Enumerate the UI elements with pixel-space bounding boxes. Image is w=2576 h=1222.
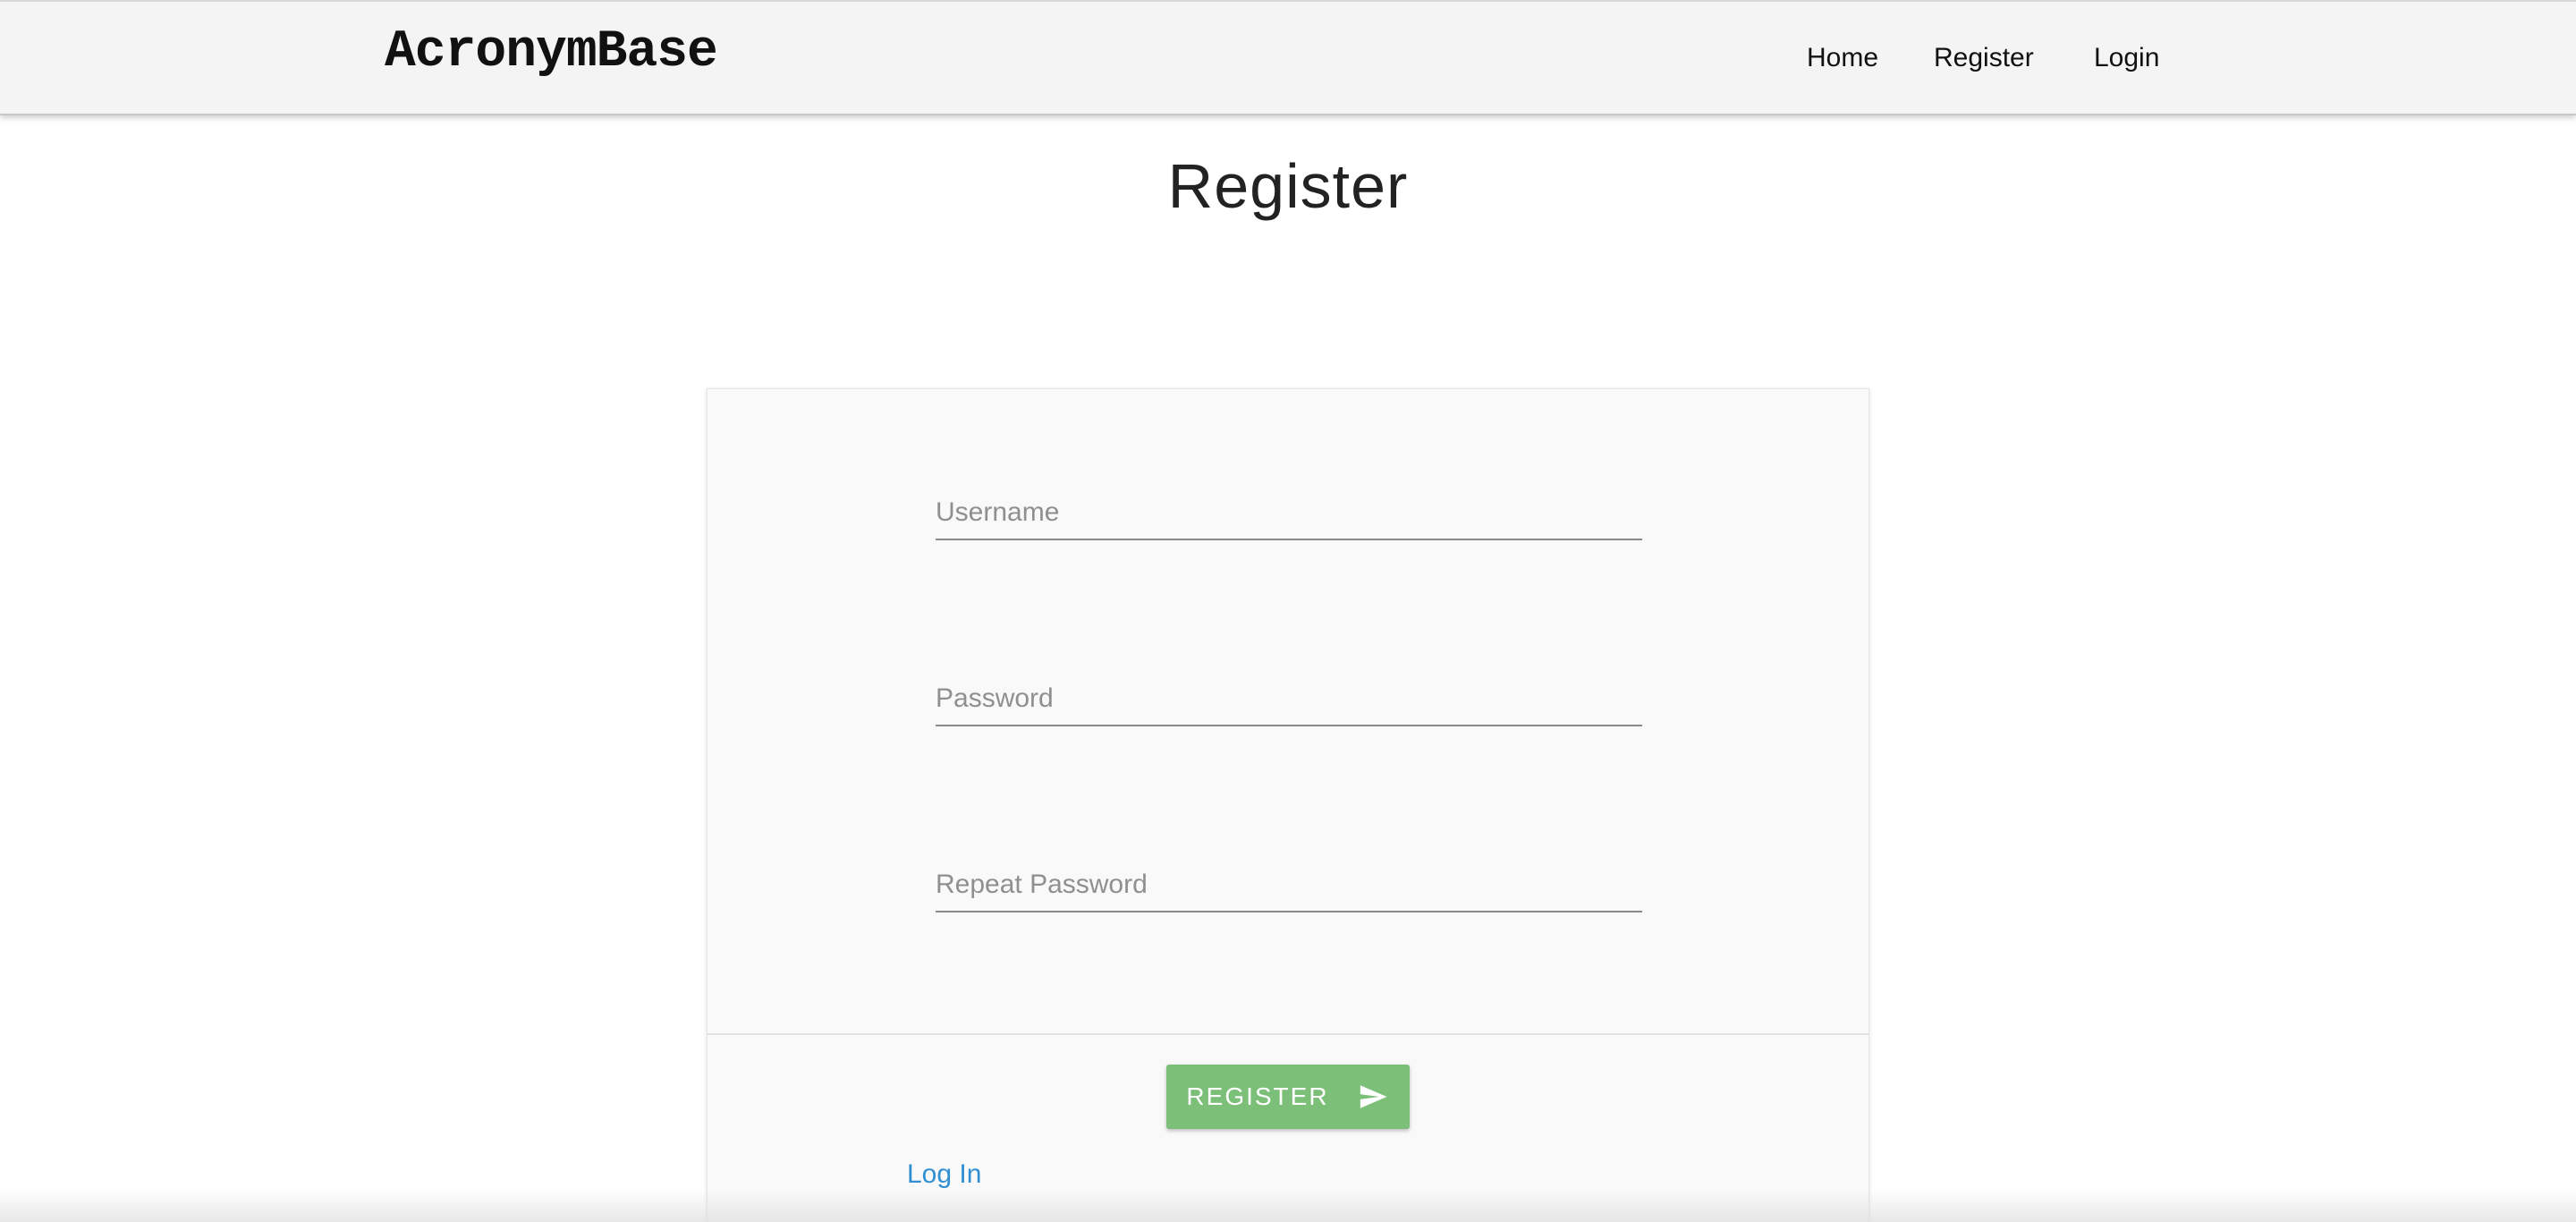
brand-logo[interactable]: AcronymBase [385,23,718,81]
page-title: Register [1167,151,1409,221]
password-input[interactable] [936,655,1642,725]
top-navbar: AcronymBase Home Register Login [0,0,2576,115]
page: AcronymBase Home Register Login Register… [0,0,2576,1222]
register-button-label: REGISTER [1186,1082,1329,1110]
password-field-wrapper [936,655,1642,726]
register-button[interactable]: REGISTER [1166,1065,1410,1129]
nav-home-link[interactable]: Home [1807,43,1878,73]
username-field-wrapper [936,469,1642,540]
nav-register-link[interactable]: Register [1934,43,2034,73]
nav-login-link[interactable]: Login [2094,43,2159,73]
repeat-password-input[interactable] [936,841,1642,911]
login-link[interactable]: Log In [907,1159,981,1190]
card-divider [707,1033,1869,1035]
repeat-password-field-wrapper [936,841,1642,912]
send-icon [1360,1085,1387,1108]
username-input[interactable] [936,469,1642,539]
